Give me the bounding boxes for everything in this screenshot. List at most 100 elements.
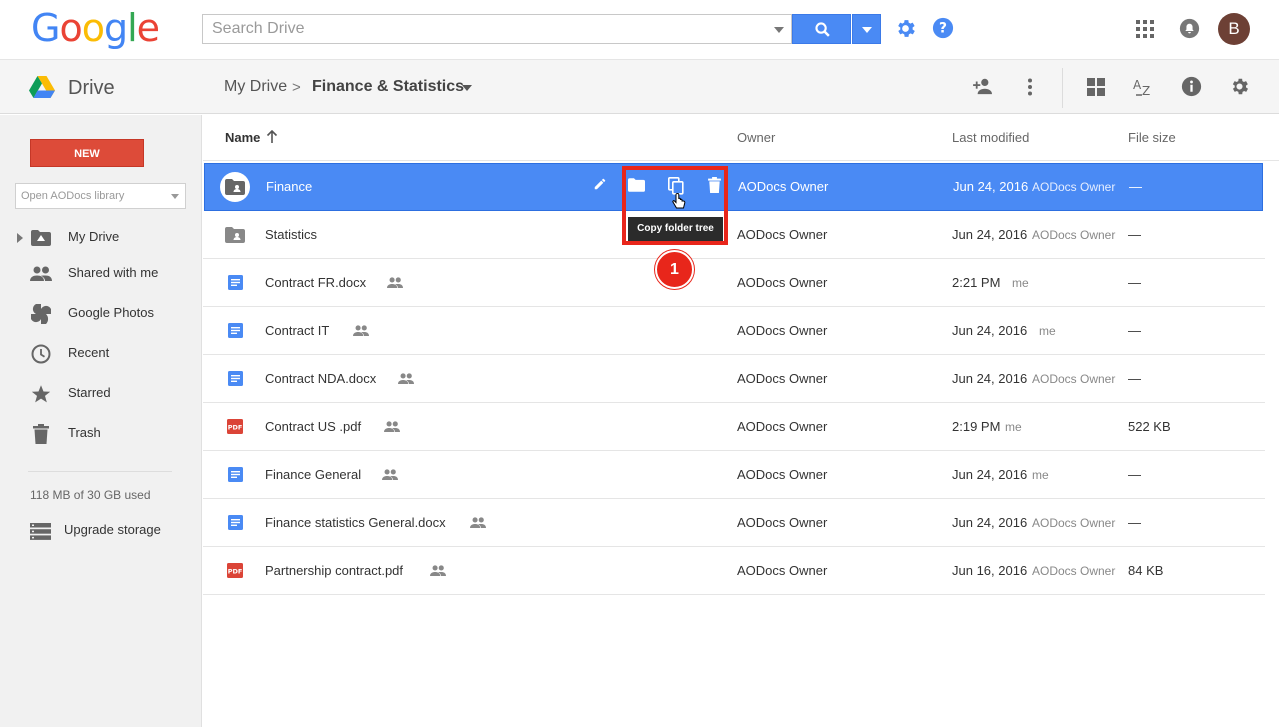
file-size: —: [1128, 467, 1141, 482]
table-row[interactable]: Finance statistics General.docx AODocs O…: [203, 499, 1265, 547]
file-owner: AODocs Owner: [737, 275, 828, 290]
notifications-icon[interactable]: [1179, 18, 1200, 39]
breadcrumb-current-folder[interactable]: Finance & Statistics: [312, 78, 464, 96]
sidebar-item-recent[interactable]: Recent: [0, 336, 202, 372]
table-row[interactable]: Contract IT AODocs Owner Jun 24, 2016 me…: [203, 307, 1265, 355]
column-header-name[interactable]: Name: [225, 130, 260, 145]
google-doc-icon: [228, 323, 243, 338]
file-list-header: Name Owner Last modified File size: [203, 115, 1279, 161]
table-row[interactable]: Finance General AODocs Owner Jun 24, 201…: [203, 451, 1265, 499]
clock-icon: [31, 344, 51, 364]
file-size: —: [1128, 323, 1141, 338]
pdf-file-icon: PDF: [227, 419, 243, 434]
sidebar-item-starred[interactable]: Starred: [0, 376, 202, 412]
column-header-file-size[interactable]: File size: [1128, 130, 1176, 145]
upgrade-storage-label: Upgrade storage: [64, 522, 161, 537]
file-name[interactable]: Contract NDA.docx: [265, 371, 376, 386]
more-vert-icon[interactable]: [1026, 78, 1034, 96]
apps-grid-icon[interactable]: [1136, 20, 1154, 38]
file-name[interactable]: Partnership contract.pdf: [265, 563, 403, 578]
file-name[interactable]: Contract FR.docx: [265, 275, 366, 290]
file-modified-by: AODocs Owner: [1032, 564, 1116, 578]
file-name[interactable]: Contract IT: [265, 323, 329, 338]
info-icon[interactable]: [1181, 76, 1202, 97]
table-row[interactable]: Contract FR.docx AODocs Owner 2:21 PM me…: [203, 259, 1265, 307]
my-drive-icon: [31, 230, 51, 246]
file-name[interactable]: Finance statistics General.docx: [265, 515, 446, 530]
file-size: —: [1128, 275, 1141, 290]
photos-icon: [31, 304, 51, 324]
svg-text:Z: Z: [1142, 84, 1150, 98]
column-header-last-modified[interactable]: Last modified: [952, 130, 1029, 145]
file-size: —: [1128, 515, 1141, 530]
shared-people-icon: [353, 325, 369, 336]
table-row[interactable]: Finance AODocs Owner Jun 24, 2016 AODocs…: [204, 163, 1263, 211]
file-owner: AODocs Owner: [737, 371, 828, 386]
sidebar-divider: [28, 471, 172, 472]
sort-arrow-up-icon[interactable]: [266, 130, 278, 144]
gear-icon[interactable]: [894, 17, 917, 40]
sidebar-item-label: Trash: [68, 425, 101, 440]
column-header-owner[interactable]: Owner: [737, 130, 775, 145]
file-modified: Jun 24, 2016: [952, 323, 1028, 338]
table-row[interactable]: Statistics AODocs Owner Jun 24, 2016 AOD…: [203, 211, 1265, 259]
sidebar-item-shared[interactable]: Shared with me: [0, 256, 202, 292]
storage-icon: [30, 523, 51, 540]
file-modified-by: me: [1032, 468, 1049, 482]
breadcrumb-separator: >: [292, 79, 301, 96]
rename-pencil-icon[interactable]: [593, 177, 607, 191]
upgrade-storage-link[interactable]: Upgrade storage: [0, 515, 202, 547]
table-row[interactable]: Contract NDA.docx AODocs Owner Jun 24, 2…: [203, 355, 1265, 403]
search-options-button[interactable]: [852, 14, 881, 44]
grid-view-icon[interactable]: [1087, 78, 1105, 96]
copy-folder-tree-tooltip: Copy folder tree: [628, 217, 723, 241]
file-owner: AODocs Owner: [737, 563, 828, 578]
file-size: 522 KB: [1128, 419, 1171, 434]
breadcrumb-my-drive[interactable]: My Drive: [224, 78, 287, 96]
app-title: Drive: [68, 77, 115, 99]
file-name[interactable]: Finance General: [265, 467, 361, 482]
file-modified: Jun 24, 2016: [952, 515, 1028, 530]
google-logo[interactable]: Google: [31, 6, 160, 50]
table-row[interactable]: PDF Partnership contract.pdf AODocs Owne…: [203, 547, 1265, 595]
file-modified: Jun 24, 2016: [952, 371, 1028, 386]
shared-people-icon: [398, 373, 414, 384]
chevron-down-icon: [862, 27, 872, 33]
sidebar-item-trash[interactable]: Trash: [0, 416, 202, 452]
shared-people-icon: [387, 277, 403, 288]
sidebar-item-label: My Drive: [68, 229, 120, 244]
file-size: —: [1128, 227, 1141, 242]
search-input[interactable]: Search Drive: [202, 14, 792, 44]
sidebar: NEW Open AODocs library My Drive Shared …: [0, 115, 202, 727]
pdf-badge-text: PDF: [228, 424, 243, 432]
sort-az-icon[interactable]: AZ: [1133, 75, 1155, 99]
folder-menu-chevron-icon[interactable]: [462, 85, 472, 91]
expand-arrow-icon[interactable]: [17, 233, 23, 243]
step-number-badge: 1: [655, 250, 694, 289]
file-name[interactable]: Statistics: [265, 227, 317, 242]
share-person-add-icon[interactable]: [972, 77, 994, 95]
file-name[interactable]: Finance: [266, 179, 312, 194]
file-modified-by: AODocs Owner: [1032, 372, 1116, 386]
search-dropdown-icon[interactable]: [774, 27, 784, 33]
settings-gear-icon[interactable]: [1229, 76, 1250, 97]
file-owner: AODocs Owner: [737, 515, 828, 530]
toolbar-divider: [1062, 68, 1063, 108]
table-row[interactable]: PDF Contract US .pdf AODocs Owner 2:19 P…: [203, 403, 1265, 451]
library-select[interactable]: Open AODocs library: [15, 183, 186, 209]
file-modified: Jun 24, 2016: [953, 179, 1029, 194]
file-modified: 2:19 PM: [952, 419, 1001, 434]
sidebar-item-my-drive[interactable]: My Drive: [0, 220, 202, 256]
shared-folder-icon: [225, 179, 245, 195]
file-modified-by: AODocs Owner: [1032, 180, 1116, 194]
file-size: —: [1129, 179, 1142, 194]
avatar[interactable]: B: [1218, 13, 1250, 45]
sidebar-item-google-photos[interactable]: Google Photos: [0, 296, 202, 332]
help-icon[interactable]: ?: [932, 17, 954, 39]
file-name[interactable]: Contract US .pdf: [265, 419, 361, 434]
sidebar-item-label: Google Photos: [68, 305, 155, 320]
search-button[interactable]: [792, 14, 851, 44]
new-button[interactable]: NEW: [30, 139, 144, 167]
file-list: Name Owner Last modified File size Finan…: [203, 115, 1279, 727]
file-modified-by: me: [1012, 276, 1029, 290]
